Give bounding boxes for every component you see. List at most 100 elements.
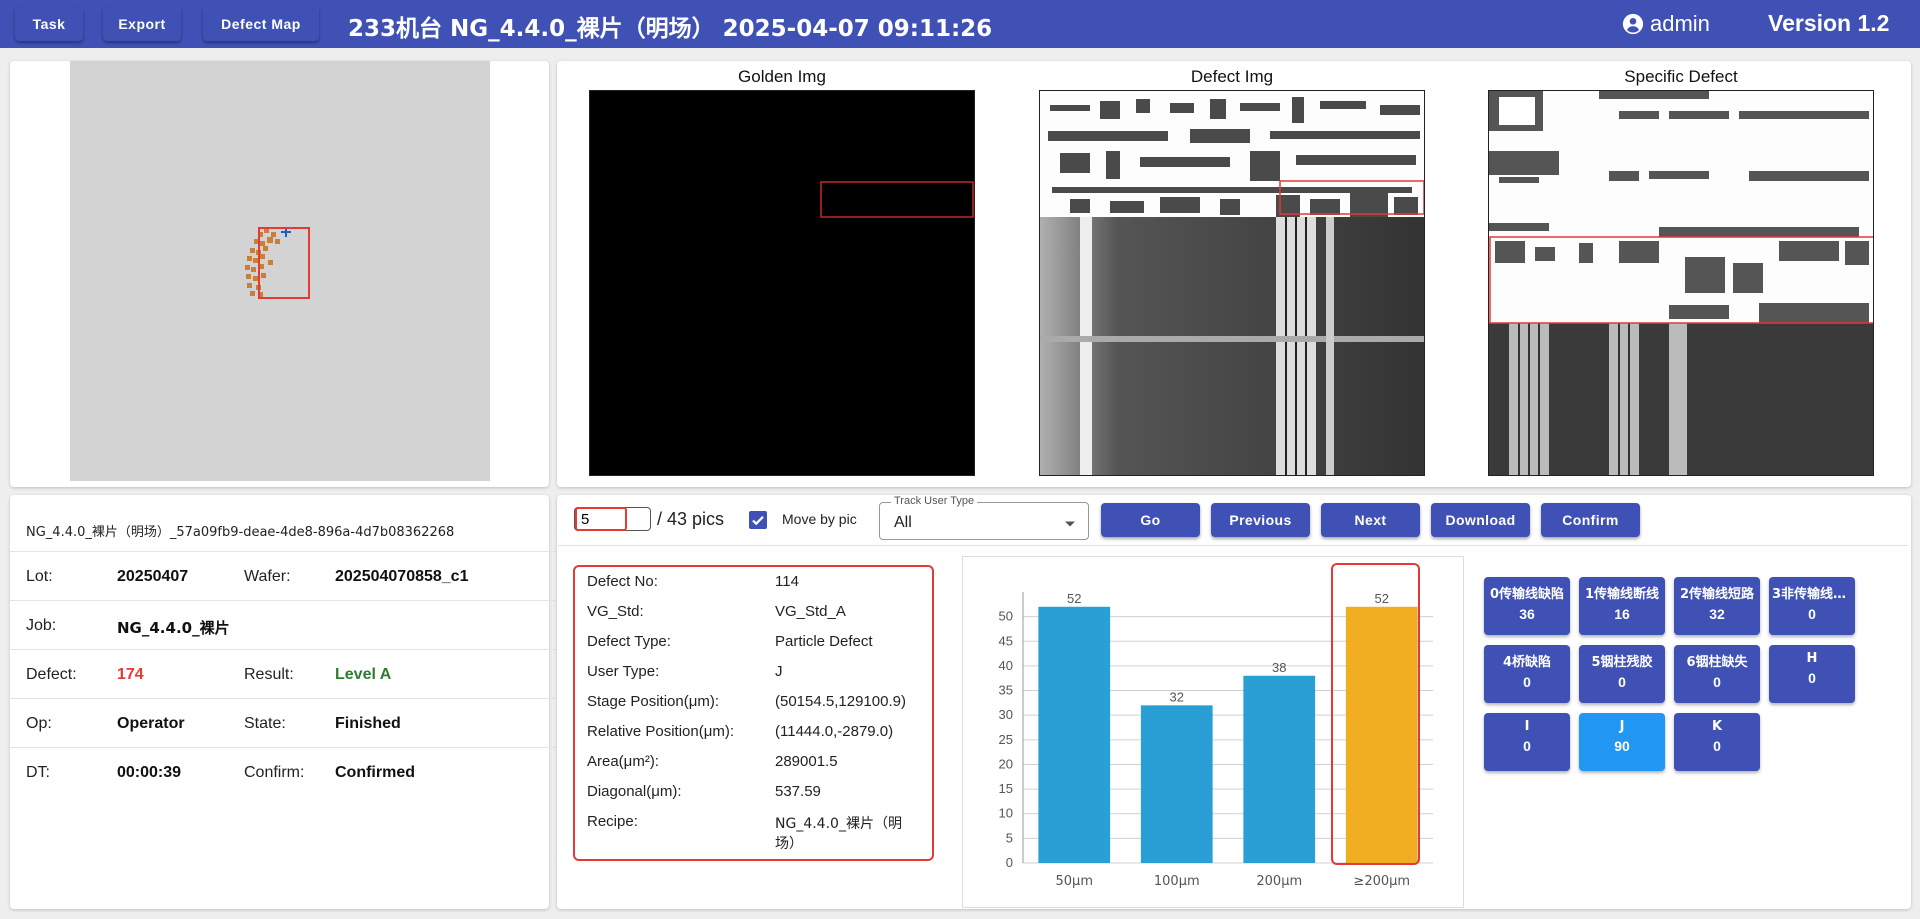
total-pics-label: / 43 pics bbox=[657, 509, 725, 529]
category-count: 32 bbox=[1709, 606, 1725, 622]
vg-std-label: VG_Std: bbox=[587, 603, 644, 620]
specific-defect-image[interactable] bbox=[1488, 90, 1874, 476]
category-count: 0 bbox=[1618, 674, 1626, 690]
category-count: 0 bbox=[1523, 738, 1531, 754]
download-button[interactable]: Download bbox=[1431, 503, 1530, 537]
user-menu[interactable]: admin bbox=[1622, 11, 1710, 37]
go-button[interactable]: Go bbox=[1101, 503, 1200, 537]
specific-defect-title: Specific Defect bbox=[1624, 67, 1738, 86]
y-tick-label: 25 bbox=[999, 732, 1013, 747]
category-count: 0 bbox=[1523, 674, 1531, 690]
recipe-label: Recipe: bbox=[587, 813, 638, 830]
y-tick-label: 30 bbox=[999, 707, 1013, 722]
wafer-map[interactable] bbox=[70, 61, 490, 481]
category-name: 2传输线短路 bbox=[1679, 587, 1755, 602]
lot-value: 20250407 bbox=[117, 568, 189, 585]
recipe-value-line2: 场） bbox=[775, 836, 803, 852]
diagonal-label: Diagonal(μm): bbox=[587, 783, 682, 800]
next-button[interactable]: Next bbox=[1321, 503, 1420, 537]
category-name: 3非传输线缺陷 bbox=[1772, 587, 1855, 602]
defect-count-value: 174 bbox=[117, 666, 144, 683]
dt-value: 00:00:39 bbox=[117, 764, 182, 781]
category-tile[interactable]: 6铟柱缺失 0 bbox=[1674, 645, 1760, 703]
specific-defect-canvas bbox=[1489, 91, 1873, 475]
divider bbox=[558, 545, 1908, 546]
category-tile[interactable]: 0传输线缺陷 36 bbox=[1484, 577, 1570, 635]
job-value: NG_4.4.0_裸片 bbox=[117, 619, 230, 637]
account-icon bbox=[1622, 13, 1644, 35]
bar-value-label: 52 bbox=[1067, 591, 1081, 606]
wafer-map-canvas[interactable] bbox=[70, 61, 490, 481]
vg-std-value: VG_Std_A bbox=[775, 603, 846, 620]
golden-image[interactable] bbox=[589, 90, 975, 476]
image-panel: Golden Img Defect Img Specific Defect bbox=[557, 61, 1911, 487]
category-tile[interactable]: 2传输线短路 32 bbox=[1674, 577, 1760, 635]
x-tick-label: 50μm bbox=[1056, 874, 1093, 889]
wafer-map-panel bbox=[10, 61, 549, 487]
confirm-button[interactable]: Confirm bbox=[1541, 503, 1640, 537]
y-tick-label: 15 bbox=[999, 781, 1013, 796]
category-name: J bbox=[1619, 719, 1625, 734]
category-count: 0 bbox=[1713, 738, 1721, 754]
info-row-dt: DT: 00:00:39 Confirm: Confirmed bbox=[10, 747, 560, 796]
recipe-uuid: NG_4.4.0_裸片（明场）_57a09fb9-deae-4de8-896a-… bbox=[26, 525, 455, 540]
user-type-label: User Type: bbox=[587, 663, 660, 680]
diagonal-value: 537.59 bbox=[775, 783, 821, 800]
category-count: 0 bbox=[1808, 606, 1816, 622]
stage-position-value: (50154.5,129100.9) bbox=[775, 693, 906, 710]
defect-size-chart: 0 5 10 15 20 25 30 35 40 45 50 52 50μm 32 100μm 38 200μm… bbox=[962, 556, 1464, 908]
category-tile[interactable]: K0 bbox=[1674, 713, 1760, 771]
x-tick-label: 100μm bbox=[1154, 874, 1200, 889]
wafer-value: 202504070858_c1 bbox=[335, 568, 469, 585]
category-tile[interactable]: 3非传输线缺陷 0 bbox=[1769, 577, 1855, 635]
info-row-op: Op: Operator State: Finished bbox=[10, 698, 560, 747]
area-label: Area(μm²): bbox=[587, 753, 659, 770]
top-bar: Task Export Defect Map 233机台 NG_4.4.0_裸片… bbox=[0, 0, 1920, 48]
bar bbox=[1038, 606, 1111, 863]
result-label: Result: bbox=[244, 666, 294, 683]
state-label: State: bbox=[244, 715, 286, 732]
caret-down-icon[interactable] bbox=[1064, 520, 1076, 528]
category-tile[interactable]: I0 bbox=[1484, 713, 1570, 771]
bar-value-label: 52 bbox=[1375, 591, 1389, 606]
bar-chart-canvas: 0 5 10 15 20 25 30 35 40 45 50 52 50μm 32 100μm 38 200μm… bbox=[999, 591, 1433, 889]
category-tile[interactable]: H0 bbox=[1769, 645, 1855, 703]
category-tile[interactable]: 1传输线断线 16 bbox=[1579, 577, 1665, 635]
category-count: 90 bbox=[1614, 738, 1630, 754]
category-tile[interactable]: 5铟柱残胶 0 bbox=[1579, 645, 1665, 703]
job-label: Job: bbox=[26, 617, 57, 634]
dt-label: DT: bbox=[26, 764, 50, 781]
relative-position-label: Relative Position(μm): bbox=[587, 723, 735, 740]
task-button[interactable]: Task bbox=[15, 7, 83, 41]
track-user-type-legend: Track User Type bbox=[891, 495, 978, 507]
op-label: Op: bbox=[26, 715, 52, 732]
op-value: Operator bbox=[117, 715, 185, 732]
defect-type-label: Defect Type: bbox=[587, 633, 671, 650]
previous-button[interactable]: Previous bbox=[1211, 503, 1310, 537]
check-icon bbox=[752, 516, 764, 526]
defect-image[interactable] bbox=[1039, 90, 1425, 476]
x-tick-label: 200μm bbox=[1256, 874, 1302, 889]
category-name: 4桥缺陷 bbox=[1502, 655, 1552, 670]
page-title: 233机台 NG_4.4.0_裸片（明场） 2025-04-07 09:11:2… bbox=[348, 16, 993, 42]
category-count: 0 bbox=[1808, 670, 1816, 686]
defect-map-button[interactable]: Defect Map bbox=[203, 7, 319, 41]
category-count: 36 bbox=[1519, 606, 1535, 622]
y-tick-label: 45 bbox=[999, 633, 1013, 648]
export-button[interactable]: Export bbox=[103, 7, 181, 41]
user-type-value: J bbox=[775, 663, 783, 680]
info-row-defect: Defect: 174 Result: Level A bbox=[10, 649, 560, 698]
y-tick-label: 40 bbox=[999, 658, 1013, 673]
confirm-label: Confirm: bbox=[244, 764, 305, 781]
category-tile[interactable]: J 90 bbox=[1579, 713, 1665, 771]
category-name: 5铟柱残胶 bbox=[1591, 655, 1653, 670]
lot-label: Lot: bbox=[26, 568, 53, 585]
defect-no-label: Defect No: bbox=[587, 573, 658, 590]
category-name: K bbox=[1711, 719, 1723, 734]
category-tile[interactable]: 4桥缺陷 0 bbox=[1484, 645, 1570, 703]
category-name: I bbox=[1524, 719, 1530, 734]
golden-image-canvas bbox=[820, 181, 974, 218]
move-by-pic-checkbox[interactable] bbox=[749, 511, 767, 529]
page-number-input[interactable] bbox=[574, 507, 651, 531]
defect-count-label: Defect: bbox=[26, 666, 77, 683]
